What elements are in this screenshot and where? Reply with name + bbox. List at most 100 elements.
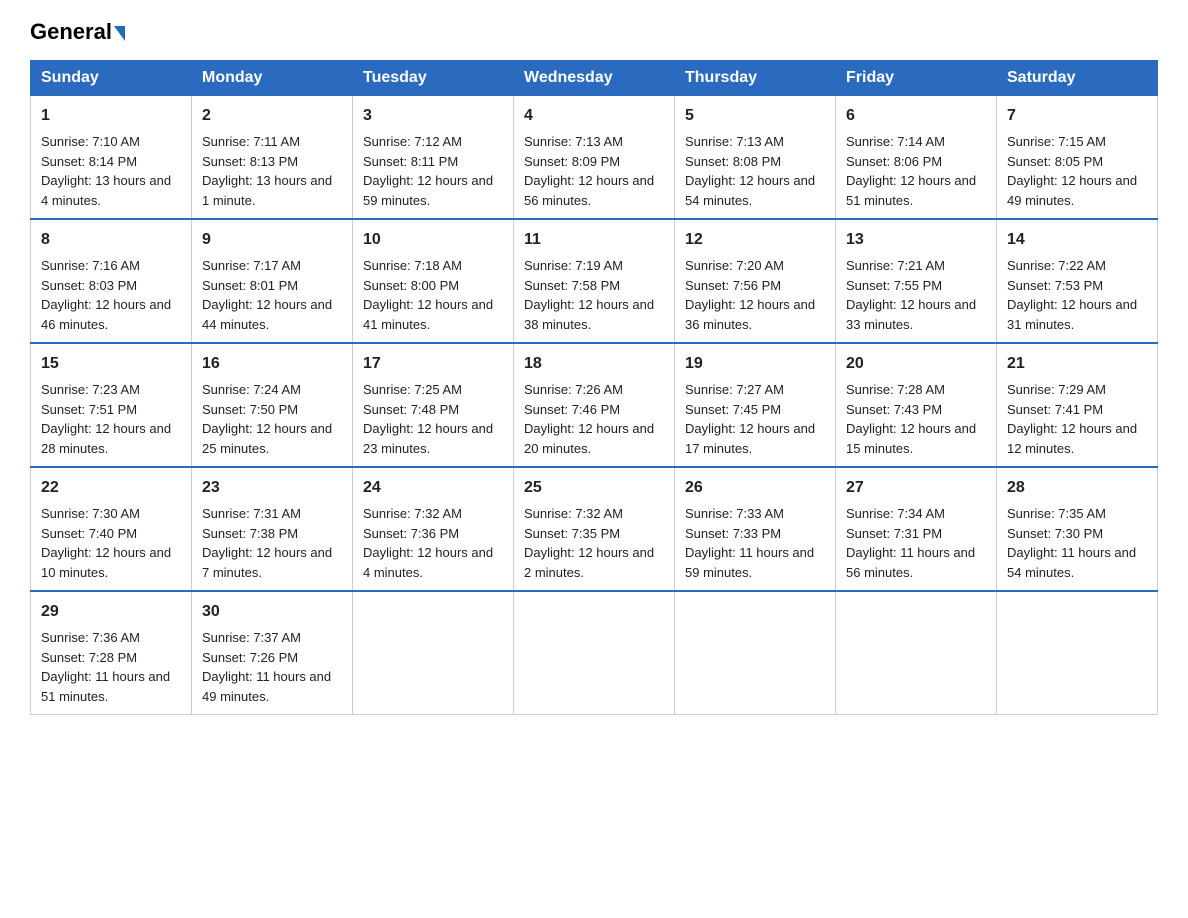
daylight-text: Daylight: 12 hours and 56 minutes. <box>524 173 654 208</box>
daylight-text: Daylight: 12 hours and 33 minutes. <box>846 297 976 332</box>
sunset-text: Sunset: 7:35 PM <box>524 526 620 541</box>
sunrise-text: Sunrise: 7:27 AM <box>685 382 784 397</box>
day-number: 24 <box>363 476 503 500</box>
sunset-text: Sunset: 8:13 PM <box>202 154 298 169</box>
calendar-cell <box>514 591 675 715</box>
sunset-text: Sunset: 7:41 PM <box>1007 402 1103 417</box>
calendar-cell: 27Sunrise: 7:34 AMSunset: 7:31 PMDayligh… <box>836 467 997 591</box>
sunset-text: Sunset: 7:53 PM <box>1007 278 1103 293</box>
sunset-text: Sunset: 7:51 PM <box>41 402 137 417</box>
sunrise-text: Sunrise: 7:10 AM <box>41 134 140 149</box>
sunset-text: Sunset: 8:06 PM <box>846 154 942 169</box>
sunset-text: Sunset: 8:03 PM <box>41 278 137 293</box>
col-header-friday: Friday <box>836 61 997 96</box>
calendar-cell: 11Sunrise: 7:19 AMSunset: 7:58 PMDayligh… <box>514 219 675 343</box>
calendar-cell: 30Sunrise: 7:37 AMSunset: 7:26 PMDayligh… <box>192 591 353 715</box>
week-row-3: 15Sunrise: 7:23 AMSunset: 7:51 PMDayligh… <box>31 343 1158 467</box>
sunset-text: Sunset: 8:01 PM <box>202 278 298 293</box>
sunrise-text: Sunrise: 7:29 AM <box>1007 382 1106 397</box>
day-number: 7 <box>1007 104 1147 128</box>
day-number: 27 <box>846 476 986 500</box>
daylight-text: Daylight: 12 hours and 17 minutes. <box>685 421 815 456</box>
calendar-cell: 19Sunrise: 7:27 AMSunset: 7:45 PMDayligh… <box>675 343 836 467</box>
sunrise-text: Sunrise: 7:21 AM <box>846 258 945 273</box>
calendar-cell: 29Sunrise: 7:36 AMSunset: 7:28 PMDayligh… <box>31 591 192 715</box>
day-number: 15 <box>41 352 181 376</box>
col-header-thursday: Thursday <box>675 61 836 96</box>
day-number: 2 <box>202 104 342 128</box>
sunrise-text: Sunrise: 7:32 AM <box>524 506 623 521</box>
sunset-text: Sunset: 7:31 PM <box>846 526 942 541</box>
day-number: 11 <box>524 228 664 252</box>
daylight-text: Daylight: 12 hours and 20 minutes. <box>524 421 654 456</box>
calendar-cell: 7Sunrise: 7:15 AMSunset: 8:05 PMDaylight… <box>997 96 1158 220</box>
day-number: 9 <box>202 228 342 252</box>
day-number: 23 <box>202 476 342 500</box>
daylight-text: Daylight: 12 hours and 31 minutes. <box>1007 297 1137 332</box>
calendar-cell: 17Sunrise: 7:25 AMSunset: 7:48 PMDayligh… <box>353 343 514 467</box>
sunset-text: Sunset: 7:50 PM <box>202 402 298 417</box>
sunset-text: Sunset: 8:11 PM <box>363 154 458 169</box>
sunrise-text: Sunrise: 7:31 AM <box>202 506 301 521</box>
calendar-cell: 13Sunrise: 7:21 AMSunset: 7:55 PMDayligh… <box>836 219 997 343</box>
sunset-text: Sunset: 8:08 PM <box>685 154 781 169</box>
page-header: General <box>30 20 1158 44</box>
daylight-text: Daylight: 12 hours and 44 minutes. <box>202 297 332 332</box>
sunrise-text: Sunrise: 7:13 AM <box>524 134 623 149</box>
sunset-text: Sunset: 7:33 PM <box>685 526 781 541</box>
col-header-tuesday: Tuesday <box>353 61 514 96</box>
sunset-text: Sunset: 7:58 PM <box>524 278 620 293</box>
calendar-cell: 22Sunrise: 7:30 AMSunset: 7:40 PMDayligh… <box>31 467 192 591</box>
daylight-text: Daylight: 11 hours and 51 minutes. <box>41 669 170 704</box>
sunset-text: Sunset: 8:14 PM <box>41 154 137 169</box>
calendar-cell <box>675 591 836 715</box>
sunrise-text: Sunrise: 7:15 AM <box>1007 134 1106 149</box>
sunrise-text: Sunrise: 7:22 AM <box>1007 258 1106 273</box>
day-number: 21 <box>1007 352 1147 376</box>
sunrise-text: Sunrise: 7:30 AM <box>41 506 140 521</box>
week-row-5: 29Sunrise: 7:36 AMSunset: 7:28 PMDayligh… <box>31 591 1158 715</box>
sunset-text: Sunset: 7:28 PM <box>41 650 137 665</box>
logo: General <box>30 20 125 44</box>
sunrise-text: Sunrise: 7:28 AM <box>846 382 945 397</box>
day-number: 26 <box>685 476 825 500</box>
daylight-text: Daylight: 11 hours and 59 minutes. <box>685 545 814 580</box>
sunset-text: Sunset: 7:26 PM <box>202 650 298 665</box>
col-header-saturday: Saturday <box>997 61 1158 96</box>
sunset-text: Sunset: 7:45 PM <box>685 402 781 417</box>
week-row-1: 1 Sunrise: 7:10 AM Sunset: 8:14 PM Daylight… <box>31 96 1158 220</box>
calendar-cell <box>353 591 514 715</box>
day-number: 13 <box>846 228 986 252</box>
week-row-2: 8Sunrise: 7:16 AMSunset: 8:03 PMDaylight… <box>31 219 1158 343</box>
daylight-text: Daylight: 12 hours and 10 minutes. <box>41 545 171 580</box>
day-number: 8 <box>41 228 181 252</box>
calendar-cell: 21 Sunrise: 7:29 AM Sunset: 7:41 PM Dayligh… <box>997 343 1158 467</box>
day-number: 1 <box>41 104 181 128</box>
sunrise-text: Sunrise: 7:13 AM <box>685 134 784 149</box>
daylight-text: Daylight: 11 hours and 49 minutes. <box>202 669 331 704</box>
sunset-text: Sunset: 7:48 PM <box>363 402 459 417</box>
sunrise-text: Sunrise: 7:32 AM <box>363 506 462 521</box>
daylight-text: Daylight: 12 hours and 41 minutes. <box>363 297 493 332</box>
sunrise-text: Sunrise: 7:26 AM <box>524 382 623 397</box>
daylight-text: Daylight: 12 hours and 59 minutes. <box>363 173 493 208</box>
day-number: 25 <box>524 476 664 500</box>
day-number: 18 <box>524 352 664 376</box>
sunrise-text: Sunrise: 7:24 AM <box>202 382 301 397</box>
day-number: 14 <box>1007 228 1147 252</box>
calendar-cell <box>997 591 1158 715</box>
calendar-cell: 23Sunrise: 7:31 AMSunset: 7:38 PMDayligh… <box>192 467 353 591</box>
daylight-text: Daylight: 12 hours and 4 minutes. <box>363 545 493 580</box>
daylight-text: Daylight: 12 hours and 12 minutes. <box>1007 421 1137 456</box>
calendar-cell: 2Sunrise: 7:11 AMSunset: 8:13 PMDaylight… <box>192 96 353 220</box>
daylight-text: Daylight: 12 hours and 23 minutes. <box>363 421 493 456</box>
calendar-cell: 16Sunrise: 7:24 AMSunset: 7:50 PMDayligh… <box>192 343 353 467</box>
sunset-text: Sunset: 7:43 PM <box>846 402 942 417</box>
day-number: 30 <box>202 600 342 624</box>
logo-line1: General <box>30 20 125 44</box>
sunrise-text: Sunrise: 7:17 AM <box>202 258 301 273</box>
day-number: 16 <box>202 352 342 376</box>
col-header-wednesday: Wednesday <box>514 61 675 96</box>
calendar-cell: 5Sunrise: 7:13 AMSunset: 8:08 PMDaylight… <box>675 96 836 220</box>
sunrise-text: Sunrise: 7:35 AM <box>1007 506 1106 521</box>
